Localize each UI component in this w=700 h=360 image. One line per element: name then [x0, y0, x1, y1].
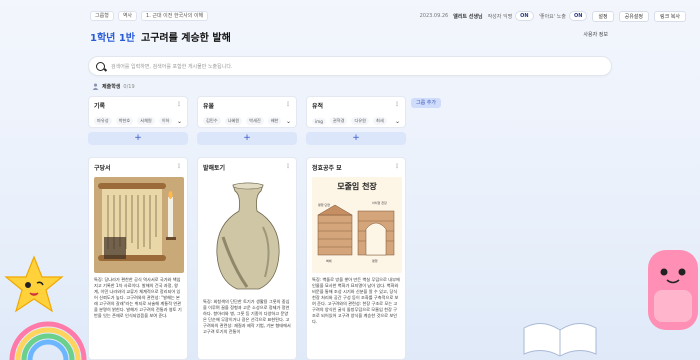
student-chip[interactable]: 김민수 [203, 117, 221, 125]
diagram-label: 평행 [372, 259, 378, 263]
student-chip[interactable]: 나혜원 [224, 117, 243, 125]
top-actions: 2023.09.26 엘리트 선생님 작성자 익명 ON '좋아요' 노출 ON 설… [419, 10, 686, 22]
search-bar[interactable]: 검색어를 입력하면, 검색어를 포함한 게시물만 노출됩니다. [88, 56, 612, 76]
diagram-label: 아치형 천장 [372, 201, 387, 205]
add-group-button[interactable]: 그룹 추가 [411, 98, 441, 108]
more-icon[interactable]: ⋮ [285, 163, 291, 172]
student-chip[interactable]: 배한 [267, 117, 282, 125]
student-number: 0/19 [123, 83, 135, 90]
copy-link-button[interactable]: 링크 복사 [654, 10, 686, 22]
chevron-down-icon[interactable]: ⌄ [395, 118, 400, 125]
column-title: 유물 [203, 103, 215, 110]
diagram-title: 모줄임 천장 [337, 182, 377, 191]
like-state[interactable]: ON [568, 11, 588, 21]
anonymous-label: 작성자 익명 [487, 13, 513, 20]
column-records: 기록 ⋮ 마유성 박현호 서채원 이하 ⌄ + [88, 96, 188, 145]
card-title: 발해토기 [203, 165, 226, 172]
card-title: 구당서 [94, 165, 111, 172]
column-header: 유적 ⋮ img 권혁경 다유원 최세 ⌄ [306, 96, 406, 128]
more-icon[interactable]: ⋮ [285, 101, 291, 110]
student-chip[interactable]: 이하 [158, 117, 173, 125]
anonymous-toggle[interactable]: 작성자 익명 ON [488, 11, 534, 21]
column-title: 기록 [94, 103, 106, 110]
chevron-down-icon[interactable]: ⌄ [286, 118, 291, 125]
student-chip[interactable]: 서채원 [137, 117, 155, 125]
card-text: 특징: 당나라가 편찬한 공식 역사서로 국가와 책임지고 기록한 1차 사료이… [94, 277, 182, 318]
like-toggle[interactable]: '좋아요' 노출 ON [539, 11, 588, 21]
post-card[interactable]: 구당서 ⋮ 특징: 당나라가 편찬한 공식 역사서로 국가와 책임지고 기록한 1… [88, 157, 188, 360]
column-header: 기록 ⋮ 마유성 박현호 서채원 이하 ⌄ [88, 96, 188, 128]
open-book-icon [523, 323, 597, 357]
star-mascot-icon [4, 255, 64, 313]
breadcrumb: 그룹형 역사 1. 근대 이전 한국사의 이해 [90, 11, 209, 21]
more-icon[interactable]: ⋮ [176, 163, 182, 172]
student-count: 제출학생 0/19 [92, 83, 135, 90]
breadcrumb-subject[interactable]: 역사 [117, 11, 138, 21]
rainbow-icon [9, 321, 87, 360]
student-icon [92, 83, 99, 90]
share-settings-button[interactable]: 공유설정 [618, 10, 649, 22]
student-chip[interactable]: 다유원 [351, 117, 370, 125]
search-placeholder: 검색어를 입력하면, 검색어를 포함한 게시물만 노출됩니다. [111, 63, 233, 70]
tomb-diagram-image: 모줄임 천장 평행 단면 아치형 천장 벽체 평행 [312, 177, 402, 273]
card-text: 특징: 벽돌로 방을 쌓아 만든 벽실 무덤으로 내부에 인물을 묘사한 벽화가… [312, 277, 400, 324]
post-card[interactable]: 발해토기 ⋮ 특징: 회청색의 단단한 토기가 생활용 그릇의 중심을 이루며 끌… [197, 157, 297, 360]
user-info-link[interactable]: 사용자 정보 [583, 31, 608, 38]
card-title: 정효공주 묘 [312, 165, 342, 172]
anonymous-state[interactable]: ON [515, 11, 534, 21]
page-title: 고구려를 계승한 발해 [141, 33, 231, 44]
add-post-button[interactable]: + [88, 132, 188, 145]
student-chip[interactable]: 최세 [373, 117, 387, 125]
student-label: 제출학생 [102, 84, 121, 90]
settings-button[interactable]: 설정 [592, 10, 614, 22]
card-text: 특징: 회청색의 단단한 토기가 생활용 그릇의 중심을 이루며 끌을 정형과 … [203, 299, 291, 334]
chevron-down-icon[interactable]: ⌄ [177, 118, 182, 125]
date-label: 2023.09.26 [419, 13, 449, 19]
student-chip[interactable]: 박현호 [115, 117, 134, 125]
like-label: '좋아요' 노출 [538, 13, 566, 20]
breadcrumb-unit[interactable]: 1. 근대 이전 한국사의 이해 [141, 11, 209, 21]
pottery-vase-image [203, 177, 293, 295]
column-artifacts: 유물 ⋮ 김민수 나혜원 박세진 배한 ⌄ + [197, 96, 297, 145]
top-bar: 그룹형 역사 1. 근대 이전 한국사의 이해 2023.09.26 엘리트 선… [90, 9, 686, 23]
add-post-button[interactable]: + [306, 132, 406, 145]
more-icon[interactable]: ⋮ [394, 101, 400, 110]
search-icon [96, 61, 105, 71]
more-icon[interactable]: ⋮ [176, 101, 182, 110]
diagram-label: 평행 단면 [318, 203, 330, 207]
diagram-label: 벽체 [326, 259, 332, 263]
student-chip[interactable]: 마유성 [94, 117, 112, 125]
more-icon[interactable]: ⋮ [394, 163, 400, 172]
student-chip[interactable]: img [312, 117, 326, 125]
add-post-button[interactable]: + [197, 132, 297, 145]
student-chip[interactable]: 박세진 [246, 117, 264, 125]
class-label: 1학년 1반 [90, 33, 135, 44]
post-card[interactable]: 정효공주 묘 ⋮ 모줄임 천장 평행 단면 아치형 천장 벽체 평행 특징: 벽돌… [306, 157, 406, 360]
student-chip[interactable]: 권혁경 [329, 117, 348, 125]
breadcrumb-type[interactable]: 그룹형 [90, 11, 114, 21]
page-header: 1학년 1반 고구려를 계승한 발해 [90, 29, 231, 44]
scroll-document-image [94, 177, 184, 273]
teacher-name: 엘리트 선생님 [453, 13, 483, 20]
column-header: 유물 ⋮ 김민수 나혜원 박세진 배한 ⌄ [197, 96, 297, 128]
column-sites: 유적 ⋮ img 권혁경 다유원 최세 ⌄ + [306, 96, 406, 145]
backpack-mascot-icon [648, 250, 698, 330]
column-title: 유적 [312, 103, 324, 110]
